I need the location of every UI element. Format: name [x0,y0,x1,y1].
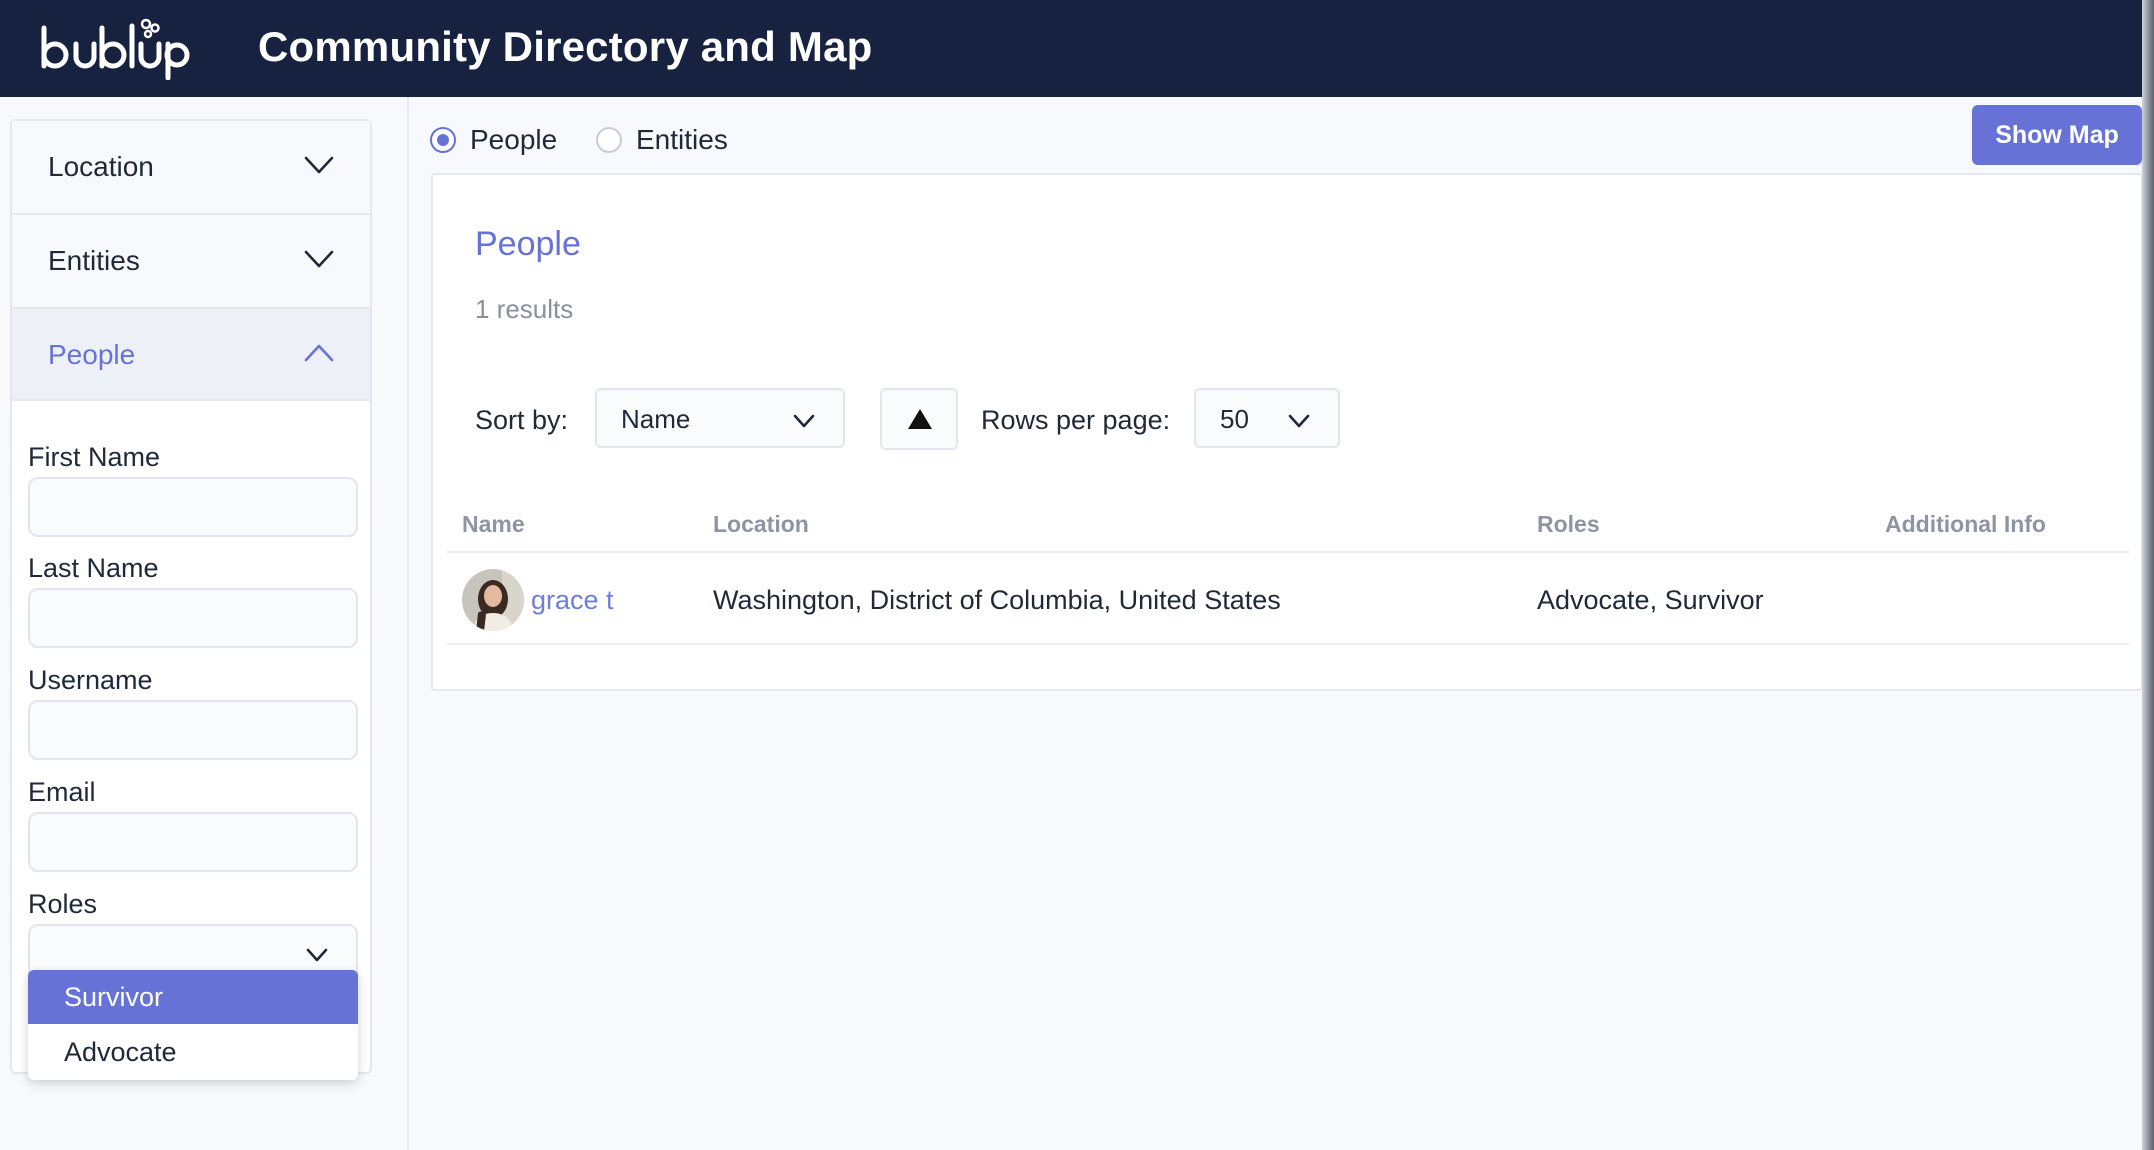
chevron-down-icon [304,156,334,174]
accordion-people-label: People [48,339,136,370]
sort-by-label: Sort by: [475,405,569,435]
roles-option-advocate[interactable]: Advocate [28,1025,358,1079]
first-name-label: First Name [28,442,161,472]
filter-accordion: Location Entities People First Name Last… [10,119,372,1074]
email-input[interactable] [28,812,358,872]
username-label: Username [28,665,153,695]
triangle-up-icon [908,409,932,429]
radio-people-indicator[interactable] [430,127,456,153]
filter-sidebar: Location Entities People First Name Last… [0,97,409,1150]
column-header-additional-info[interactable]: Additional Info [1885,509,2046,539]
radio-people-label: People [470,124,558,155]
results-count: 1 results [475,294,574,324]
sort-by-value: Name [621,404,691,434]
accordion-location[interactable]: Location [12,121,370,215]
person-roles: Advocate, Survivor [1537,585,1764,615]
table-row-divider [447,643,2129,645]
accordion-people[interactable]: People [12,309,370,401]
chevron-down-icon [1288,414,1310,428]
last-name-input[interactable] [28,588,358,648]
accordion-location-label: Location [48,151,154,182]
column-header-location[interactable]: Location [713,509,809,539]
accordion-entities-label: Entities [48,245,140,276]
chevron-down-icon [306,948,328,962]
rows-per-page-select[interactable]: 50 [1194,388,1340,448]
chevron-up-icon [304,344,334,362]
results-card: People 1 results Sort by: Name Rows per … [431,173,2143,691]
rows-per-page-value: 50 [1220,404,1249,434]
person-name-link[interactable]: grace t [531,583,614,617]
first-name-input[interactable] [28,477,358,537]
person-location: Washington, District of Columbia, United… [713,585,1281,615]
chevron-down-icon [304,250,334,268]
radio-entities-label: Entities [636,124,728,155]
accordion-entities[interactable]: Entities [12,215,370,309]
main-content: People Entities Show Map People 1 result… [411,97,2154,1150]
window-scrollbar[interactable] [2142,0,2154,1150]
sort-by-select[interactable]: Name [595,388,845,448]
table-divider [447,551,2129,553]
page-title: Community Directory and Map [258,23,873,70]
rows-per-page-label: Rows per page: [981,405,1171,435]
bublup-logo[interactable] [38,16,190,80]
column-header-name[interactable]: Name [462,509,525,539]
show-map-button[interactable]: Show Map [1972,105,2142,165]
radio-people[interactable]: People [430,125,570,155]
roles-dropdown-menu: Survivor Advocate [28,970,358,1080]
chevron-down-icon [793,414,815,428]
column-header-roles[interactable]: Roles [1537,509,1600,539]
sort-direction-button[interactable] [880,388,958,450]
roles-label: Roles [28,889,98,919]
avatar[interactable] [462,569,524,631]
results-title: People [475,225,581,263]
radio-entities-indicator[interactable] [596,127,622,153]
email-label: Email [28,777,96,807]
username-input[interactable] [28,700,358,760]
last-name-label: Last Name [28,553,159,583]
radio-entities[interactable]: Entities [596,125,746,155]
roles-option-survivor[interactable]: Survivor [28,970,358,1024]
top-header: Community Directory and Map [0,0,2154,97]
